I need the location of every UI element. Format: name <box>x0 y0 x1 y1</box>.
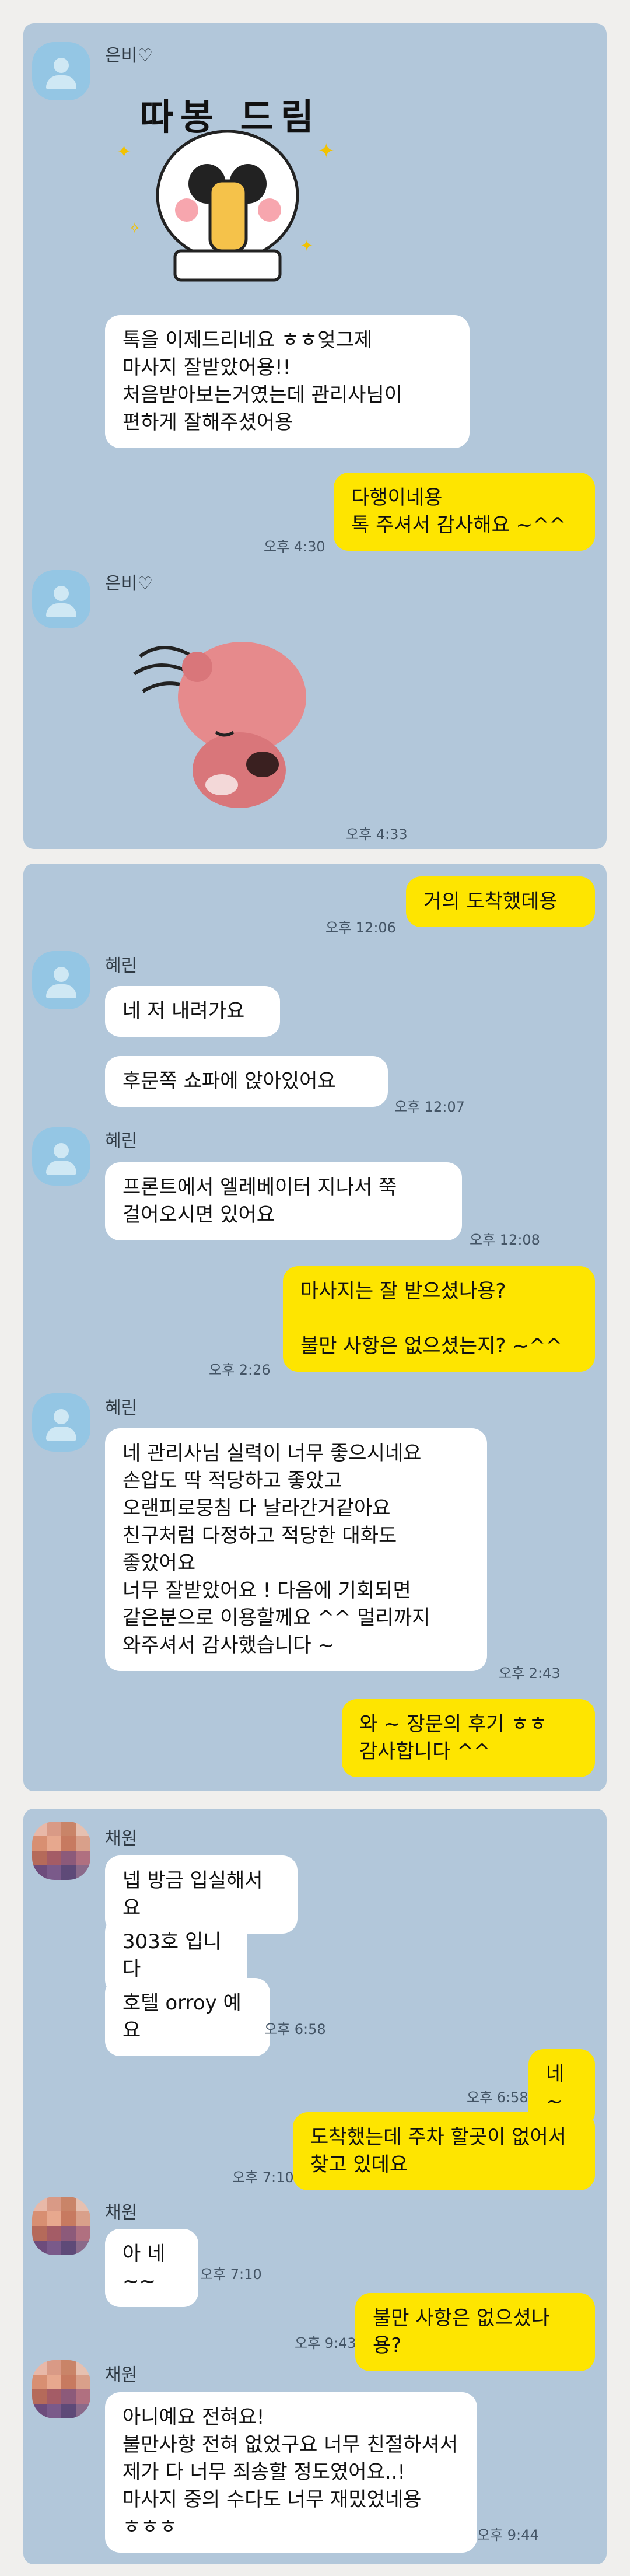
message-bubble[interactable]: 프론트에서 엘레베이터 지나서 쭉 걸어오시면 있어요 <box>105 1162 462 1240</box>
profile-avatar[interactable] <box>32 42 90 100</box>
message-time: 오후 12:08 <box>470 1232 540 1248</box>
message-bubble[interactable]: 네 관리사님 실력이 너무 좋으시네요 손압도 딱 적당하고 좋았고 오랜피로뭉… <box>105 1428 487 1671</box>
message-time: 오후 7:10 <box>200 2266 262 2283</box>
thumbs-up-character-icon: ✦ ✦ ✧ ✦ <box>117 130 335 282</box>
message-time: 오후 6:58 <box>264 2021 326 2037</box>
profile-avatar[interactable] <box>32 570 90 628</box>
sender-name: 혜린 <box>105 1131 138 1151</box>
message-bubble-outgoing[interactable]: 도착했는데 주차 할곳이 없어서 찾고 있데요 <box>293 2112 595 2190</box>
chat-panel-3: 채원 넵 방금 입실해서요 303호 입니다 호텔 orroy 예요 오후 6:… <box>23 1809 607 2564</box>
message-bubble[interactable]: 후문쪽 쇼파에 앉아있어요 <box>105 1056 388 1107</box>
profile-avatar[interactable] <box>32 1393 90 1452</box>
blurred-profile-avatar[interactable] <box>32 2360 90 2418</box>
chat-panel-1: 은비♡ 따봉 드림 ✦ ✦ ✧ ✦ 톡을 이제드리네요 ㅎㅎ엊그제 마사지 잘받… <box>23 23 607 849</box>
message-time: 오후 2:43 <box>499 1665 561 1682</box>
profile-avatar[interactable] <box>32 1127 90 1186</box>
blurred-profile-avatar[interactable] <box>32 1822 90 1880</box>
message-time: 오후 4:30 <box>264 539 326 555</box>
message-time: 오후 12:07 <box>394 1099 465 1115</box>
sender-name: 혜린 <box>105 956 138 976</box>
profile-avatar[interactable] <box>32 951 90 1009</box>
message-time: 오후 12:06 <box>326 920 396 936</box>
svg-text:✦: ✦ <box>300 237 313 255</box>
message-time: 오후 7:10 <box>232 2169 294 2186</box>
svg-text:✧: ✧ <box>128 220 141 237</box>
blurred-profile-avatar[interactable] <box>32 2197 90 2255</box>
svg-text:✦: ✦ <box>117 142 131 162</box>
pink-beaver-sticker <box>128 621 321 820</box>
message-bubble-outgoing[interactable]: 다행이네용 톡 주셔서 감사해요 ~^^ <box>334 473 595 551</box>
message-bubble[interactable]: 아 네~~ <box>105 2229 198 2307</box>
message-bubble[interactable]: 아니예요 전혀요! 불만사항 전혀 없었구요 너무 친절하셔서 제가 다 너무 … <box>105 2392 477 2553</box>
chat-panel-2: 거의 도착했데용 오후 12:06 혜린 네 저 내려가요 후문쪽 쇼파에 앉아… <box>23 864 607 1791</box>
message-time: 오후 2:26 <box>209 1362 271 1378</box>
message-time: 오후 9:43 <box>295 2335 356 2351</box>
message-bubble-outgoing[interactable]: 와 ~ 장문의 후기 ㅎㅎ 감사합니다 ^^ <box>342 1699 595 1777</box>
sender-name: 채원 <box>105 2203 138 2223</box>
message-bubble-outgoing[interactable]: 마사지는 잘 받으셨나용? 불만 사항은 없으셨는지? ~^^ <box>283 1266 595 1372</box>
message-bubble[interactable]: 호텔 orroy 예요 <box>105 1978 270 2056</box>
svg-text:✦: ✦ <box>318 139 335 163</box>
message-bubble-outgoing[interactable]: 거의 도착했데용 <box>406 876 595 927</box>
thumbs-up-sticker: 따봉 드림 ✦ ✦ ✧ ✦ <box>105 70 350 292</box>
message-bubble[interactable]: 톡을 이제드리네요 ㅎㅎ엊그제 마사지 잘받았어용!! 처음받아보는거였는데 관… <box>105 315 470 448</box>
sender-name: 은비♡ <box>105 574 153 594</box>
sender-name: 혜린 <box>105 1398 138 1418</box>
message-time: 오후 6:58 <box>467 2089 528 2106</box>
sender-name: 은비♡ <box>105 46 153 66</box>
sad-beaver-character-icon <box>133 642 306 808</box>
sender-name: 채원 <box>105 2365 138 2385</box>
sender-name: 채원 <box>105 1829 138 1849</box>
message-bubble[interactable]: 네 저 내려가요 <box>105 986 280 1037</box>
message-time: 오후 4:33 <box>346 826 408 843</box>
message-bubble-outgoing[interactable]: 불만 사항은 없으셨나용? <box>355 2293 595 2371</box>
message-time: 오후 9:44 <box>477 2527 539 2543</box>
